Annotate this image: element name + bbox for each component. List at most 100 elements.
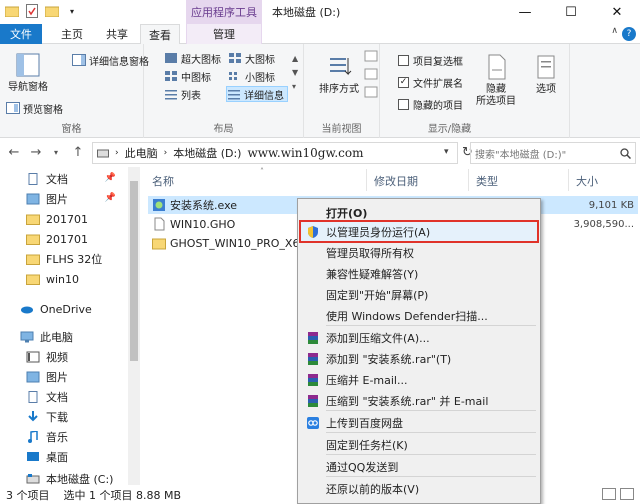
details-pane-button[interactable]: 详细信息窗格 <box>72 52 149 68</box>
column-divider[interactable] <box>366 169 367 191</box>
large-icons-view-icon[interactable] <box>620 488 634 500</box>
address-dropdown-icon[interactable]: ▾ <box>444 147 449 157</box>
nav-item[interactable]: 桌面 <box>26 447 68 467</box>
menu-separator <box>326 476 536 477</box>
tab-view[interactable]: 查看 <box>140 24 180 45</box>
file-extensions-checkbox[interactable]: ✓ <box>398 76 409 88</box>
col-header-size[interactable]: 大小 <box>576 173 598 189</box>
qat-dropdown-icon[interactable]: ▾ <box>64 3 80 19</box>
nav-item-label: 201701 <box>46 212 88 226</box>
details-view-icon[interactable] <box>602 488 616 500</box>
medium-icons-icon <box>165 71 177 81</box>
nav-item[interactable]: 201701 <box>26 209 88 229</box>
nav-scrollbar[interactable] <box>128 167 140 485</box>
ribbon-collapse-icon[interactable]: ∧ <box>611 26 618 36</box>
menu-item[interactable]: 打开(O) <box>300 202 538 223</box>
tab-file[interactable]: 文件 <box>0 24 42 44</box>
menu-item[interactable]: 添加到压缩文件(A)... <box>300 327 538 348</box>
column-divider[interactable] <box>468 169 469 191</box>
nav-item[interactable]: 201701 <box>26 229 88 249</box>
nav-item[interactable]: 文档 <box>26 387 68 407</box>
nav-item[interactable]: 本地磁盘 (C:) <box>26 469 113 485</box>
layout-medium[interactable]: 中图标 <box>164 68 211 84</box>
nav-item[interactable]: 图片 <box>26 189 68 209</box>
layout-large[interactable]: 大图标 <box>228 50 275 66</box>
help-icon[interactable]: ? <box>622 27 636 41</box>
nav-item[interactable]: 视频 <box>26 347 68 367</box>
forward-icon[interactable]: → <box>28 145 44 160</box>
nav-item[interactable]: 图片 <box>26 367 68 387</box>
size-columns-icon[interactable] <box>364 86 378 101</box>
col-header-type[interactable]: 类型 <box>476 173 498 189</box>
file-extensions-toggle[interactable]: ✓ 文件扩展名 <box>398 74 463 90</box>
pictures-icon <box>26 371 46 383</box>
layout-details[interactable]: 详细信息 <box>226 86 288 102</box>
add-columns-icon[interactable] <box>364 68 378 83</box>
exe-icon <box>153 199 165 211</box>
nav-item[interactable]: 下载 <box>26 407 68 427</box>
nav-item[interactable]: win10 <box>26 269 79 289</box>
menu-item[interactable]: 压缩并 E-mail... <box>300 369 538 390</box>
nav-item[interactable]: 文档 <box>26 169 68 189</box>
crumb-separator-icon[interactable]: › <box>164 148 168 158</box>
menu-item[interactable]: 还原以前的版本(V) <box>300 478 538 499</box>
crumb-local-disk-d[interactable]: 本地磁盘 (D:) <box>173 145 241 161</box>
hidden-items-checkbox[interactable] <box>398 98 409 110</box>
menu-item[interactable]: 固定到"开始"屏幕(P) <box>300 284 538 305</box>
group-by-icon[interactable] <box>364 50 378 65</box>
address-bar[interactable]: › 此电脑 › 本地磁盘 (D:) www.win10gw.com <box>92 142 458 164</box>
menu-item[interactable]: 通过QQ发送到 <box>300 456 538 477</box>
nav-item[interactable]: OneDrive <box>20 299 92 319</box>
layout-list[interactable]: 列表 <box>164 86 201 102</box>
menu-item[interactable]: 兼容性疑难解答(Y) <box>300 263 538 284</box>
nav-item[interactable]: 此电脑 <box>20 327 73 347</box>
up-icon[interactable]: ↑ <box>70 145 86 160</box>
column-divider[interactable] <box>568 169 569 191</box>
item-checkboxes-checkbox[interactable] <box>398 54 409 66</box>
sort-by-button[interactable]: 排序方式 <box>314 52 364 96</box>
back-icon[interactable]: ← <box>6 145 22 160</box>
hidden-items-toggle[interactable]: 隐藏的项目 <box>398 96 463 112</box>
tab-share[interactable]: 共享 <box>97 24 137 44</box>
menu-item[interactable]: 管理员取得所有权 <box>300 242 538 263</box>
menu-item-label: 兼容性疑难解答(Y) <box>326 267 419 281</box>
menu-item[interactable]: 添加到 "安装系统.rar"(T) <box>300 348 538 369</box>
preview-pane-button[interactable]: 预览窗格 <box>6 100 63 116</box>
close-button[interactable]: ✕ <box>594 0 640 24</box>
nav-pane-button[interactable]: 导航窗格 <box>6 50 50 94</box>
col-header-name[interactable]: 名称 <box>152 173 174 189</box>
address-row: ← → ▾ ↑ › 此电脑 › 本地磁盘 (D:) www.win10gw.co… <box>0 139 640 167</box>
tab-manage[interactable]: 管理 <box>186 24 262 44</box>
hide-selected-icon <box>488 54 506 80</box>
crumb-separator-icon[interactable]: › <box>115 148 119 158</box>
nav-item[interactable]: 音乐 <box>26 427 68 447</box>
app-folder-icon[interactable] <box>4 3 20 19</box>
menu-item[interactable]: 固定到任务栏(K) <box>300 434 538 455</box>
new-folder-icon[interactable] <box>44 3 60 19</box>
maximize-button[interactable]: ☐ <box>548 0 594 24</box>
search-input[interactable]: 搜索"本地磁盘 (D:)" <box>470 142 636 164</box>
menu-item[interactable]: 以管理员身份运行(A) <box>299 220 539 243</box>
nav-scroll-thumb[interactable] <box>130 181 138 361</box>
crumb-this-pc[interactable]: 此电脑 <box>125 145 158 161</box>
minimize-button[interactable]: — <box>502 0 548 24</box>
menu-item[interactable]: 上传到百度网盘 <box>300 412 538 433</box>
layout-scroll-icon[interactable]: ▲ ▼ ▾ <box>292 52 298 94</box>
layout-extra-large[interactable]: 超大图标 <box>164 50 221 66</box>
nav-item[interactable]: FLHS 32位 <box>26 249 102 269</box>
menu-item[interactable]: 使用 Windows Defender扫描... <box>300 305 538 326</box>
col-header-modified[interactable]: 修改日期 <box>374 173 418 189</box>
pin-icon[interactable]: 📌 <box>105 193 116 203</box>
recent-dropdown-icon[interactable]: ▾ <box>48 148 64 157</box>
menu-separator <box>326 454 536 455</box>
tab-home[interactable]: 主页 <box>52 24 92 44</box>
item-checkboxes-toggle[interactable]: 项目复选框 <box>398 52 463 68</box>
search-icon[interactable] <box>620 147 631 159</box>
menu-item[interactable]: 压缩到 "安装系统.rar" 并 E-mail <box>300 390 538 411</box>
properties-icon[interactable] <box>24 3 40 19</box>
options-button[interactable]: 选项 <box>528 52 564 96</box>
layout-small[interactable]: 小图标 <box>228 68 275 84</box>
hide-selected-button[interactable]: 隐藏 所选项目 <box>472 52 520 108</box>
pin-icon[interactable]: 📌 <box>105 173 116 183</box>
group-show-hide: 项目复选框 ✓ 文件扩展名 隐藏的项目 隐藏 所选项目 选项 显示/隐藏 <box>380 44 570 138</box>
